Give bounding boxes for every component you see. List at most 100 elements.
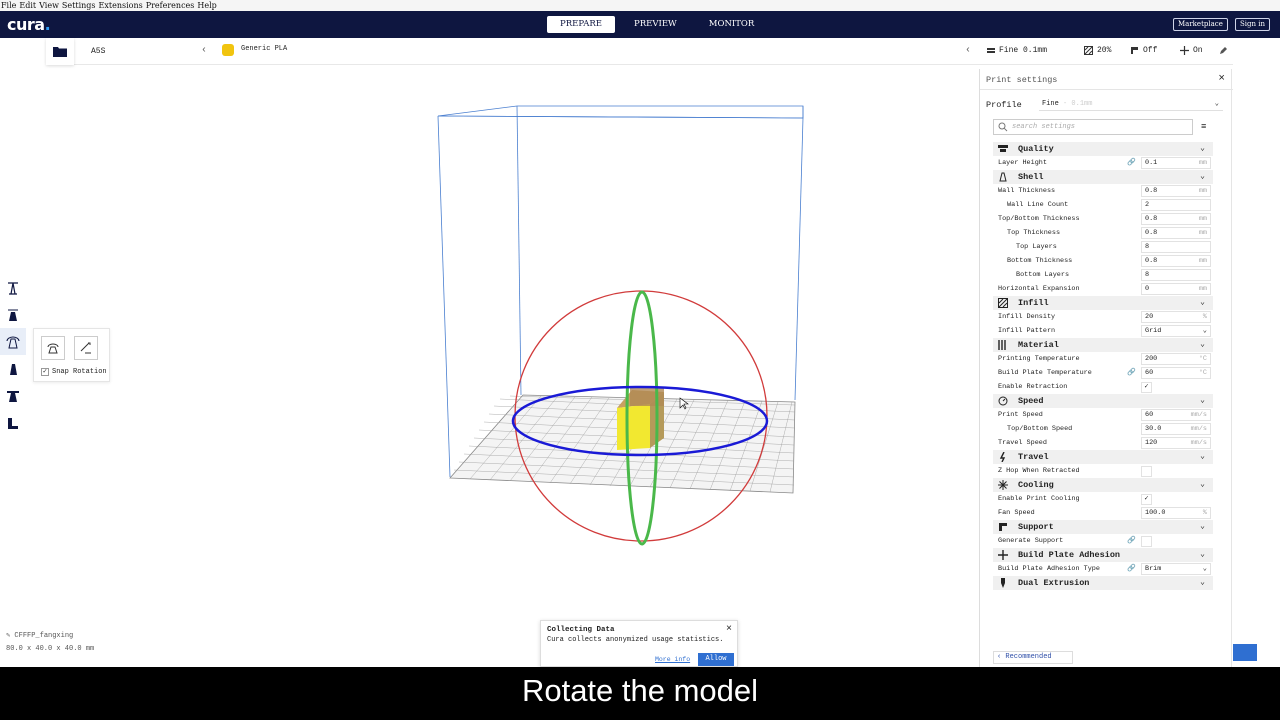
tab-prepare[interactable]: PREPARE (547, 16, 616, 33)
setting-row: Enable Print Cooling ✓ (993, 492, 1213, 506)
print-settings-panel: Print settings × Profile Fine - 0.1mm ⌄ … (979, 69, 1233, 667)
print-speed-field[interactable]: 60 mm/s (1141, 409, 1211, 421)
infill-density-field[interactable]: 20% (1141, 311, 1211, 323)
quality-summary[interactable]: Fine 0.1mm (987, 46, 1047, 55)
material-label[interactable]: Generic PLA (241, 45, 287, 53)
category-travel[interactable]: Travel ⌄ (993, 450, 1213, 464)
object-name: CFFFP_fangxing (14, 632, 74, 640)
top-layers-field[interactable]: 8 (1141, 241, 1211, 253)
profile-dropdown[interactable]: Fine - 0.1mm ⌄ (1039, 98, 1223, 111)
top-thickness-field[interactable]: 0.8 mm (1141, 227, 1211, 239)
menu-file[interactable]: File (1, 1, 16, 10)
recommended-mode-button[interactable]: ‹ Recommended (993, 651, 1073, 664)
cura-logo: cura. (7, 15, 51, 34)
wall-line-count-field[interactable]: 2 (1141, 199, 1211, 211)
adhesion-type-dropdown[interactable]: Brim ⌄ (1141, 563, 1211, 575)
folder-icon (53, 47, 67, 57)
panel-title: Print settings (986, 75, 1058, 85)
link-icon[interactable]: 🔗 (1127, 156, 1136, 170)
tab-monitor[interactable]: MONITOR (696, 16, 768, 33)
category-dual-extrusion[interactable]: Dual Extrusion ⌄ (993, 576, 1213, 590)
infill-pattern-dropdown[interactable]: Grid ⌄ (1141, 325, 1211, 337)
printing-temperature-field[interactable]: 200 °C (1141, 353, 1211, 365)
category-shell[interactable]: Shell ⌄ (993, 170, 1213, 184)
settings-visibility-menu-icon[interactable]: ≡ (1201, 122, 1206, 132)
chevron-down-icon: ⌄ (1200, 578, 1205, 587)
top-bottom-thickness-field[interactable]: 0.8 mm (1141, 213, 1211, 225)
category-quality[interactable]: Quality ⌄ (993, 142, 1213, 156)
category-cooling[interactable]: Cooling ⌄ (993, 478, 1213, 492)
category-build-plate-adhesion[interactable]: Build Plate Adhesion ⌄ (993, 548, 1213, 562)
setting-row: Generate Support 🔗 (993, 534, 1213, 548)
infill-summary[interactable]: 20% (1084, 46, 1111, 55)
category-support[interactable]: Support ⌄ (993, 520, 1213, 534)
travel-icon (999, 452, 1006, 462)
pencil-icon[interactable]: ✎ (6, 632, 10, 640)
enable-retraction-checkbox[interactable]: ✓ (1141, 382, 1152, 393)
category-infill[interactable]: Infill ⌄ (993, 296, 1213, 310)
adhesion-summary[interactable]: On (1180, 46, 1203, 55)
slice-button[interactable] (1233, 644, 1257, 661)
sign-in-button[interactable]: Sign in (1235, 18, 1270, 31)
tab-preview[interactable]: PREVIEW (621, 16, 690, 33)
enable-print-cooling-checkbox[interactable]: ✓ (1141, 494, 1152, 505)
allow-button[interactable]: Allow (698, 653, 734, 666)
menu-help[interactable]: Help (197, 1, 216, 10)
menu-extensions[interactable]: Extensions (99, 1, 143, 10)
layer-height-field[interactable]: 0.1 mm (1141, 157, 1211, 169)
setting-row: Build Plate Adhesion Type 🔗 Brim ⌄ (993, 562, 1213, 576)
build-plate-temperature-field[interactable]: 60 °C (1141, 367, 1211, 379)
infill-icon (1084, 46, 1093, 55)
shell-icon (999, 172, 1007, 182)
category-material[interactable]: Material ⌄ (993, 338, 1213, 352)
close-icon[interactable]: × (1218, 73, 1225, 85)
printer-selector[interactable]: A5S (91, 47, 105, 56)
bottom-layers-field[interactable]: 8 (1141, 269, 1211, 281)
setting-row: Top Layers 8 (993, 240, 1213, 254)
support-summary[interactable]: Off (1130, 46, 1157, 55)
chevron-left-icon[interactable]: ‹ (201, 45, 207, 56)
generate-support-checkbox[interactable] (1141, 536, 1152, 547)
menu-edit[interactable]: Edit (19, 1, 36, 10)
settings-list: Quality ⌄ Layer Height 🔗 0.1 mm Shell ⌄ Wall … (993, 142, 1213, 590)
marketplace-button[interactable]: Marketplace (1173, 18, 1228, 31)
infill-icon (998, 298, 1008, 308)
close-icon[interactable]: × (726, 624, 732, 635)
menu-preferences[interactable]: Preferences (146, 1, 195, 10)
adhesion-icon (1180, 46, 1189, 55)
3d-viewport[interactable] (0, 65, 980, 667)
chevron-down-icon: ⌄ (1202, 327, 1207, 335)
chevron-down-icon: ⌄ (1200, 144, 1205, 153)
more-info-link[interactable]: More info (655, 656, 690, 663)
chevron-down-icon: ⌄ (1200, 396, 1205, 405)
support-icon (999, 523, 1007, 531)
bottom-thickness-field[interactable]: 0.8 mm (1141, 255, 1211, 267)
link-icon[interactable]: 🔗 (1127, 562, 1136, 576)
wall-thickness-field[interactable]: 0.8 mm (1141, 185, 1211, 197)
fan-speed-field[interactable]: 100.0% (1141, 507, 1211, 519)
setting-row: Infill Density 20% (993, 310, 1213, 324)
chevron-left-icon[interactable]: ‹ (965, 45, 971, 56)
adhesion-icon (998, 550, 1008, 560)
link-icon[interactable]: 🔗 (1127, 366, 1136, 380)
open-file-button[interactable] (46, 38, 74, 65)
top-bottom-speed-field[interactable]: 30.0 mm/s (1141, 423, 1211, 435)
search-icon (998, 122, 1008, 132)
z-hop-checkbox[interactable] (1141, 466, 1152, 477)
link-icon[interactable]: 🔗 (1127, 534, 1136, 548)
setting-row: Fan Speed 100.0% (993, 506, 1213, 520)
menu-view[interactable]: View (39, 1, 59, 10)
setting-row: Z Hop When Retracted (993, 464, 1213, 478)
quality-icon (998, 145, 1008, 152)
travel-speed-field[interactable]: 120 mm/s (1141, 437, 1211, 449)
menu-settings[interactable]: Settings (62, 1, 96, 10)
search-settings-input[interactable]: search settings (993, 119, 1193, 135)
edit-pencil-icon[interactable] (1219, 47, 1227, 55)
category-speed[interactable]: Speed ⌄ (993, 394, 1213, 408)
profile-label: Profile (986, 100, 1022, 110)
cooling-fan-icon (998, 480, 1008, 490)
horizontal-expansion-field[interactable]: 0 mm (1141, 283, 1211, 295)
dual-extrusion-icon (1001, 578, 1005, 588)
setting-row: Infill Pattern Grid ⌄ (993, 324, 1213, 338)
menu-bar: File Edit View Settings Extensions Preference… (0, 0, 1280, 11)
